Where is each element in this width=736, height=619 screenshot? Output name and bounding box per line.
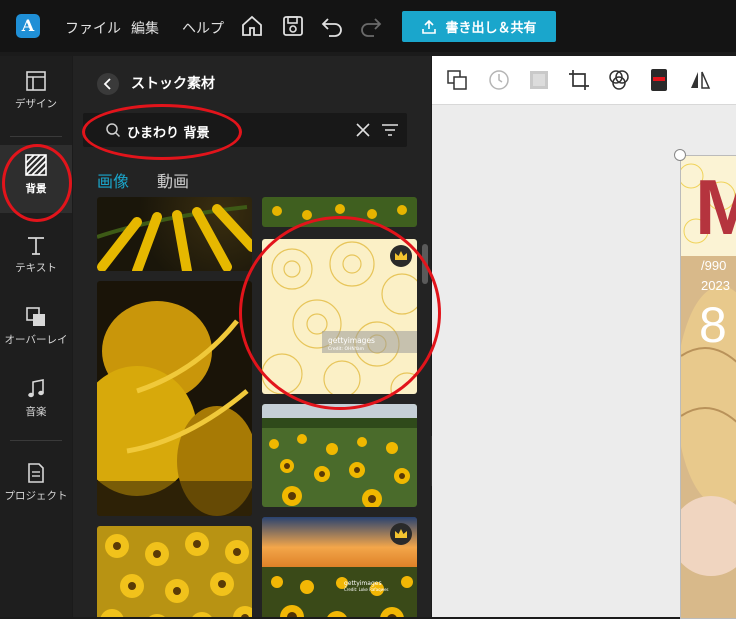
sunflower-petal-closeup-image — [97, 301, 252, 516]
menu-edit[interactable]: 編集 — [131, 18, 159, 38]
panel-title: ストック素材 — [131, 76, 215, 92]
filter-effects-icon[interactable] — [608, 69, 630, 91]
nav-label-text: テキスト — [15, 262, 57, 274]
background-pattern-icon — [25, 154, 47, 176]
search-value: ひまわり 背景 — [127, 126, 210, 141]
export-share-button[interactable]: 書き出し＆共有 — [402, 11, 556, 42]
clear-icon[interactable] — [355, 122, 371, 138]
sunflower-pattern-image — [100, 532, 252, 617]
nav-divider — [10, 136, 62, 137]
search-input[interactable]: ひまわり 背景 — [83, 113, 407, 147]
chevron-left-icon — [103, 78, 111, 90]
nav-label-overlay: オーバーレイ — [4, 334, 68, 346]
timer-icon[interactable] — [488, 69, 510, 91]
canvas-toolbar — [432, 56, 736, 105]
nav-divider — [10, 440, 62, 441]
resize-handle[interactable] — [674, 149, 686, 161]
stock-thumb[interactable]: gettyimages Credit: OHNYam — [262, 239, 417, 394]
search-icon — [106, 123, 121, 138]
stock-media-panel: ストック素材 ひまわり 背景 画像 動画 gettyimages Credit:… — [73, 56, 431, 617]
poster-preview[interactable]: M /990 2023 8 — [680, 155, 736, 619]
stock-thumb[interactable] — [262, 404, 417, 507]
home-icon[interactable] — [240, 14, 264, 38]
stock-thumb[interactable] — [262, 197, 417, 227]
nav-label-background: 背景 — [25, 183, 47, 195]
overlay-icon — [26, 307, 45, 326]
nav-item-project[interactable]: プロジェクト — [0, 454, 72, 518]
stock-thumb[interactable]: gettyimages Credit: Loke Rafaqwes — [262, 517, 417, 617]
poster-big-number: 8 — [699, 297, 727, 353]
redo-icon[interactable] — [359, 14, 383, 38]
menu-file[interactable]: ファイル — [65, 18, 121, 38]
left-navigation: デザイン 背景 テキスト オーバーレイ 音楽 プロジェクト — [0, 56, 72, 617]
top-bar: A ファイル 編集 ヘルプ 書き出し＆共有 — [0, 0, 736, 52]
stock-image-grid: gettyimages Credit: OHNYam gettyimages C… — [73, 197, 431, 617]
tab-videos[interactable]: 動画 — [157, 168, 189, 192]
nav-item-text[interactable]: テキスト — [0, 226, 72, 290]
crown-icon — [395, 251, 407, 260]
premium-badge — [390, 523, 412, 545]
poster-line-2: 2023 — [701, 278, 730, 293]
nav-label-music: 音楽 — [25, 406, 47, 418]
save-icon[interactable] — [281, 14, 305, 38]
text-icon — [28, 237, 44, 255]
getty-credit: Credit: OHNYam — [328, 346, 364, 352]
nav-item-overlay[interactable]: オーバーレイ — [0, 298, 72, 362]
poster-line-1: /990 — [701, 258, 727, 273]
menu-help[interactable]: ヘルプ — [182, 18, 224, 38]
crown-icon — [395, 529, 407, 538]
back-button[interactable] — [97, 73, 119, 95]
document-icon — [28, 463, 44, 483]
opacity-icon[interactable] — [528, 69, 550, 91]
stock-thumb[interactable] — [97, 197, 252, 271]
premium-badge — [390, 245, 412, 267]
upload-icon — [422, 19, 437, 34]
filter-icon[interactable] — [381, 122, 399, 138]
layout-icon — [26, 71, 46, 91]
nav-item-design[interactable]: デザイン — [0, 62, 72, 126]
replace-image-icon[interactable] — [446, 69, 468, 91]
nav-label-project: プロジェクト — [4, 490, 68, 502]
getty-watermark: gettyimages — [328, 336, 375, 345]
poster-title-letter: M — [695, 168, 736, 246]
color-adjust-icon[interactable] — [648, 68, 670, 92]
app-logo[interactable]: A — [16, 14, 40, 38]
getty-credit: Credit: Loke Rafaqwes — [344, 587, 389, 592]
tab-images[interactable]: 画像 — [97, 168, 129, 192]
flip-icon[interactable] — [688, 69, 712, 91]
nav-item-music[interactable]: 音楽 — [0, 370, 72, 434]
nav-label-design: デザイン — [15, 98, 57, 110]
sunflower-field-image — [272, 204, 407, 220]
music-note-icon — [28, 379, 44, 398]
sunflower-image — [97, 204, 252, 271]
sunflower-field-image — [262, 404, 417, 507]
export-share-label: 書き出し＆共有 — [445, 21, 537, 36]
stock-thumb[interactable] — [97, 526, 252, 617]
crop-icon[interactable] — [568, 69, 590, 91]
nav-item-background[interactable]: 背景 — [0, 145, 72, 213]
undo-icon[interactable] — [320, 14, 344, 38]
getty-watermark: gettyimages — [344, 580, 382, 587]
stock-thumb[interactable] — [97, 281, 252, 516]
panel-scrollbar[interactable] — [422, 244, 428, 284]
